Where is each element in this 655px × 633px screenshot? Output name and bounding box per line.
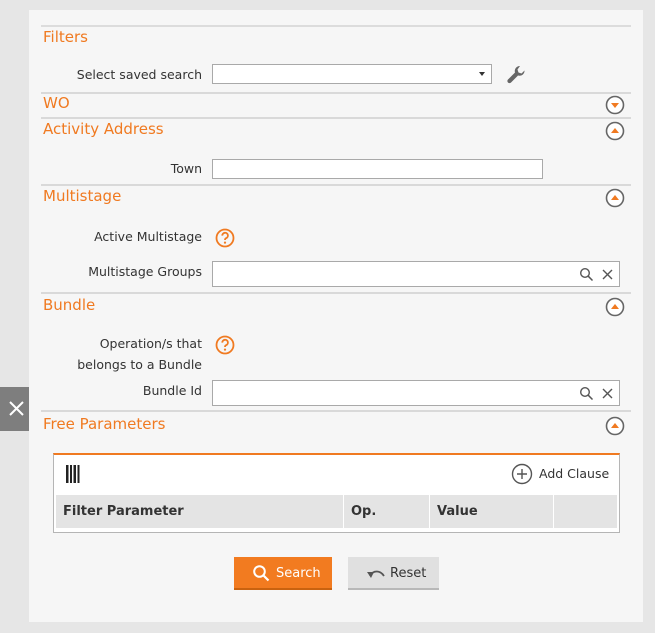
wo-section-title[interactable]: WO: [43, 94, 70, 112]
clear-icon[interactable]: [600, 386, 615, 401]
wrench-icon[interactable]: [505, 64, 527, 86]
help-icon[interactable]: [215, 335, 235, 355]
undo-icon: [367, 570, 385, 578]
add-clause-button[interactable]: Add Clause: [511, 463, 613, 485]
operation-bundle-label-line1: Operation/s that: [99, 336, 202, 351]
saved-search-select[interactable]: [212, 64, 492, 84]
operation-bundle-label-line2: belongs to a Bundle: [77, 357, 202, 372]
filters-title: Filters: [43, 28, 88, 46]
operation-bundle-label: Operation/s that belongs to a Bundle: [77, 333, 202, 375]
reset-button-label: Reset: [390, 566, 427, 581]
divider: [41, 410, 631, 412]
bundle-id-label: Bundle Id: [142, 383, 202, 398]
column-header-value[interactable]: Value: [430, 495, 554, 528]
reset-button[interactable]: Reset: [348, 557, 439, 590]
table-header: Filter Parameter Op. Value: [56, 495, 617, 528]
search-icon: [253, 565, 270, 582]
multistage-groups-label: Multistage Groups: [88, 264, 202, 279]
divider: [41, 25, 631, 27]
clear-icon[interactable]: [600, 267, 615, 282]
chevron-up-icon[interactable]: [605, 121, 625, 141]
column-header-op[interactable]: Op.: [344, 495, 430, 528]
divider: [41, 117, 631, 119]
chevron-up-icon[interactable]: [605, 188, 625, 208]
chevron-down-icon[interactable]: [605, 95, 625, 115]
activity-address-title[interactable]: Activity Address: [43, 120, 164, 138]
help-icon[interactable]: [215, 228, 235, 248]
multistage-title[interactable]: Multistage: [43, 187, 121, 205]
search-button[interactable]: Search: [234, 557, 332, 590]
column-header-actions: [554, 495, 617, 528]
divider: [41, 92, 631, 94]
bundle-title[interactable]: Bundle: [43, 296, 95, 314]
filter-panel: Filters Select saved search WO Activity …: [29, 10, 643, 622]
divider: [41, 292, 631, 294]
town-label: Town: [170, 161, 202, 176]
multistage-groups-input[interactable]: [212, 261, 620, 287]
free-parameters-table: Add Clause Filter Parameter Op. Value: [53, 453, 620, 533]
town-input[interactable]: [212, 159, 543, 179]
add-clause-label: Add Clause: [539, 466, 610, 481]
bundle-id-input[interactable]: [212, 380, 620, 406]
column-header-filter-parameter[interactable]: Filter Parameter: [56, 495, 344, 528]
search-icon[interactable]: [579, 386, 594, 401]
active-multistage-label: Active Multistage: [94, 229, 202, 244]
plus-circle-icon: [511, 463, 533, 485]
search-button-label: Search: [276, 566, 321, 581]
search-icon[interactable]: [579, 267, 594, 282]
dropdown-arrow-icon: [479, 72, 485, 76]
chevron-up-icon[interactable]: [605, 416, 625, 436]
close-icon: [9, 401, 24, 416]
columns-icon[interactable]: [66, 465, 80, 483]
saved-search-label: Select saved search: [76, 67, 202, 82]
divider: [41, 184, 631, 186]
chevron-up-icon[interactable]: [605, 297, 625, 317]
free-parameters-title[interactable]: Free Parameters: [43, 415, 165, 433]
